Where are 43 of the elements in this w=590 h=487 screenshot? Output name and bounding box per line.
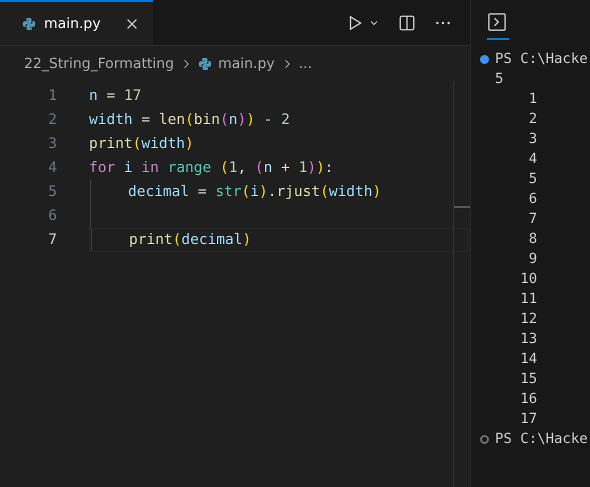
line-number: 5 bbox=[47, 184, 58, 200]
terminal-output: 14 bbox=[519, 351, 538, 367]
breadcrumb[interactable]: main.py bbox=[218, 56, 275, 72]
line-number: 6 bbox=[47, 208, 58, 224]
code-line: for i in range (1, (n + 1)): bbox=[89, 160, 334, 176]
python-file-icon bbox=[22, 16, 36, 30]
python-file-icon bbox=[198, 57, 212, 71]
line-number: 4 bbox=[47, 160, 58, 176]
terminal-icon[interactable] bbox=[487, 12, 507, 32]
terminal-prompt: PS C:\Hacke bbox=[495, 51, 588, 67]
line-number: 3 bbox=[47, 136, 58, 152]
terminal-output: 16 bbox=[519, 391, 538, 407]
terminal-output: 10 bbox=[519, 271, 538, 287]
terminal-output: 8 bbox=[528, 231, 538, 247]
line-number: 7 bbox=[47, 232, 58, 248]
terminal-output: 5 bbox=[494, 71, 504, 87]
terminal-output: 15 bbox=[519, 371, 538, 387]
terminal-output: 6 bbox=[528, 191, 538, 207]
terminal-output: 13 bbox=[519, 331, 538, 347]
terminal-output: 3 bbox=[528, 131, 538, 147]
terminal-output: 17 bbox=[519, 411, 538, 427]
terminal-output: 4 bbox=[528, 151, 538, 167]
terminal-output: 12 bbox=[519, 311, 538, 327]
close-icon[interactable] bbox=[124, 16, 139, 30]
tab-label: main.py bbox=[44, 16, 101, 32]
line-number: 1 bbox=[47, 88, 58, 104]
split-editor-icon[interactable] bbox=[398, 14, 416, 32]
terminal-output: 7 bbox=[528, 211, 538, 227]
terminal-output: 1 bbox=[528, 91, 538, 107]
code-line: width = len(bin(n)) - 2 bbox=[89, 112, 290, 128]
code-line: print(width) bbox=[89, 136, 194, 152]
code-line: decimal = str(i).rjust(width) bbox=[127, 184, 382, 200]
breadcrumb[interactable]: 22_String_Formatting bbox=[24, 56, 174, 72]
terminal-output: 2 bbox=[528, 111, 538, 127]
code-line: print(decimal) bbox=[128, 232, 252, 248]
terminal-output: 9 bbox=[528, 251, 538, 267]
file-tab[interactable]: main.py bbox=[0, 0, 153, 45]
breadcrumb-more[interactable]: ... bbox=[298, 56, 312, 72]
line-number: 2 bbox=[47, 112, 58, 128]
code-line: n = 17 bbox=[89, 88, 142, 104]
terminal-output: 5 bbox=[528, 171, 538, 187]
terminal-output: 11 bbox=[519, 291, 538, 307]
terminal-prompt: PS C:\Hacke bbox=[495, 431, 588, 447]
